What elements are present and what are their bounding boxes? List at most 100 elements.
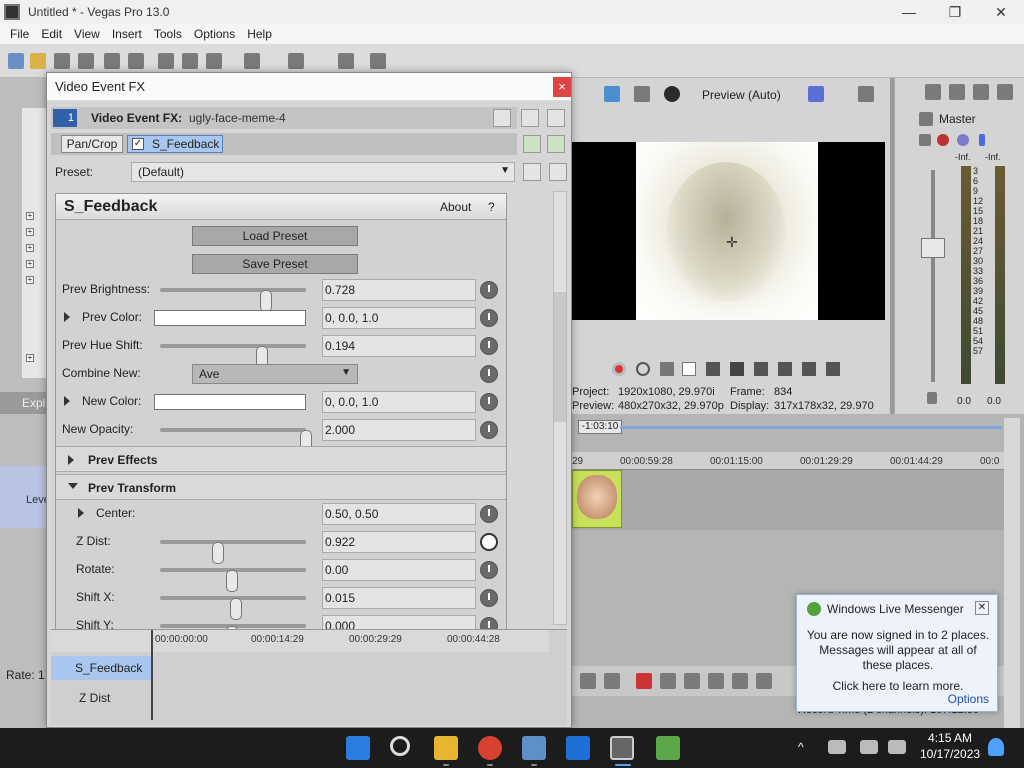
tree-expand-icon[interactable]: + — [26, 260, 34, 268]
load-preset-button[interactable]: Load Preset — [192, 226, 358, 246]
external-monitor-icon[interactable] — [604, 86, 620, 102]
loop-playback-icon[interactable] — [636, 362, 650, 376]
mixer-tool-icon[interactable] — [949, 84, 965, 100]
solo-icon[interactable] — [979, 134, 985, 146]
windows-start-icon[interactable] — [346, 736, 370, 760]
video-track[interactable] — [572, 470, 1004, 530]
keyframe-icon[interactable] — [480, 421, 498, 439]
shift-x-slider[interactable] — [160, 596, 306, 620]
z-dist-slider[interactable] — [160, 540, 306, 564]
new-opacity-slider[interactable] — [160, 428, 312, 452]
mixer-tool-icon[interactable] — [997, 84, 1013, 100]
keyframe-track-s-feedback[interactable]: S_Feedback — [51, 656, 151, 680]
center-value[interactable]: 0.50, 0.50 — [322, 503, 476, 525]
lock-icon[interactable] — [927, 392, 937, 404]
dialog-close-button[interactable]: × — [553, 77, 571, 97]
cut-icon[interactable] — [158, 53, 174, 69]
expand-icon[interactable] — [64, 396, 70, 406]
menu-edit[interactable]: Edit — [35, 27, 68, 41]
section-prev-effects[interactable]: Prev Effects — [56, 446, 506, 472]
prev-brightness-slider[interactable] — [160, 288, 306, 312]
menu-help[interactable]: Help — [241, 27, 278, 41]
vegas-taskbar-icon[interactable] — [610, 736, 634, 760]
trim-icon[interactable] — [660, 673, 676, 689]
video-event-clip[interactable] — [572, 470, 622, 528]
parameters-scrollbar[interactable] — [553, 191, 567, 625]
lock-event-icon[interactable] — [756, 673, 772, 689]
help-button[interactable]: ? — [488, 200, 495, 214]
trim-end-icon[interactable] — [708, 673, 724, 689]
notification-close-icon[interactable]: ✕ — [975, 601, 989, 615]
notification-options-link[interactable]: Options — [948, 692, 989, 706]
expand-icon[interactable] — [68, 455, 74, 465]
keyframe-icon[interactable] — [480, 589, 498, 607]
render-icon[interactable] — [104, 53, 120, 69]
rotate-slider[interactable] — [160, 568, 306, 592]
shift-y-slider[interactable] — [160, 624, 306, 648]
z-dist-value[interactable]: 0.922 — [322, 531, 476, 553]
copy-icon[interactable] — [182, 53, 198, 69]
keyframe-icon[interactable] — [480, 561, 498, 579]
play-icon[interactable] — [682, 362, 696, 376]
messenger-notification[interactable]: Windows Live Messenger ✕ You are now sig… — [796, 594, 998, 712]
chevron-up-icon[interactable]: ^ — [798, 740, 812, 754]
rotate-value[interactable]: 0.00 — [322, 559, 476, 581]
keyframe-cursor[interactable] — [151, 630, 153, 720]
master-fx-icon[interactable] — [937, 134, 949, 146]
keyframe-active-icon[interactable] — [480, 533, 498, 551]
save-as-icon[interactable] — [78, 53, 94, 69]
level-track-header[interactable]: Leve — [0, 466, 50, 528]
record-icon[interactable] — [612, 362, 626, 376]
new-project-icon[interactable] — [8, 53, 24, 69]
menu-tools[interactable]: Tools — [148, 27, 188, 41]
search-icon[interactable] — [390, 736, 410, 756]
menu-file[interactable]: File — [4, 27, 35, 41]
view-grid-icon[interactable] — [547, 109, 565, 127]
save-preset-icon[interactable] — [523, 163, 541, 181]
tree-expand-icon[interactable]: + — [26, 244, 34, 252]
mute-icon[interactable] — [957, 134, 969, 146]
new-opacity-value[interactable]: 2.000 — [322, 419, 476, 441]
auto-ripple-icon[interactable] — [370, 53, 386, 69]
chrome-icon[interactable] — [478, 736, 502, 760]
go-to-start-icon[interactable] — [754, 362, 768, 376]
menu-view[interactable]: View — [68, 27, 106, 41]
properties-icon[interactable] — [128, 53, 144, 69]
system-clock[interactable]: 4:15 AM 10/17/2023 — [920, 730, 980, 762]
delete-preset-icon[interactable] — [549, 163, 567, 181]
photos-icon[interactable] — [522, 736, 546, 760]
volume-fader-handle[interactable] — [921, 238, 945, 258]
close-button[interactable]: ✕ — [978, 0, 1024, 24]
view-single-icon[interactable] — [493, 109, 511, 127]
mixer-tool-icon[interactable] — [973, 84, 989, 100]
prev-hue-shift-value[interactable]: 0.194 — [322, 335, 476, 357]
keyframe-icon[interactable] — [480, 309, 498, 327]
mixer-tool-icon[interactable] — [925, 84, 941, 100]
undo-icon[interactable] — [244, 53, 260, 69]
remove-plugin-icon[interactable] — [547, 135, 565, 153]
save-icon[interactable] — [54, 53, 70, 69]
keyframe-icon[interactable] — [480, 365, 498, 383]
copy-snapshot-icon[interactable] — [858, 86, 874, 102]
defender-shield-icon[interactable] — [566, 736, 590, 760]
go-to-end-icon[interactable] — [778, 362, 792, 376]
new-color-swatch[interactable] — [154, 394, 306, 410]
file-explorer-icon[interactable] — [434, 736, 458, 760]
video-preview-screen[interactable]: ✛ — [572, 142, 885, 320]
expand-icon[interactable] — [78, 508, 84, 518]
prev-color-swatch[interactable] — [154, 310, 306, 326]
keyframe-track-z-dist[interactable]: Z Dist — [71, 686, 151, 710]
redo-icon[interactable] — [288, 53, 304, 69]
next-frame-icon[interactable] — [826, 362, 840, 376]
previous-frame-icon[interactable] — [802, 362, 816, 376]
tree-expand-icon[interactable]: + — [26, 276, 34, 284]
open-folder-icon[interactable] — [30, 53, 46, 69]
prev-brightness-value[interactable]: 0.728 — [322, 279, 476, 301]
split-icon[interactable] — [732, 673, 748, 689]
loop-region-bar[interactable] — [620, 426, 1002, 429]
combine-new-dropdown[interactable]: Ave ▼ — [192, 364, 358, 384]
tree-expand-icon[interactable]: + — [26, 212, 34, 220]
shift-x-value[interactable]: 0.015 — [322, 587, 476, 609]
preview-quality-dropdown[interactable]: Preview (Auto) — [702, 88, 781, 102]
tree-expand-icon[interactable]: + — [26, 228, 34, 236]
